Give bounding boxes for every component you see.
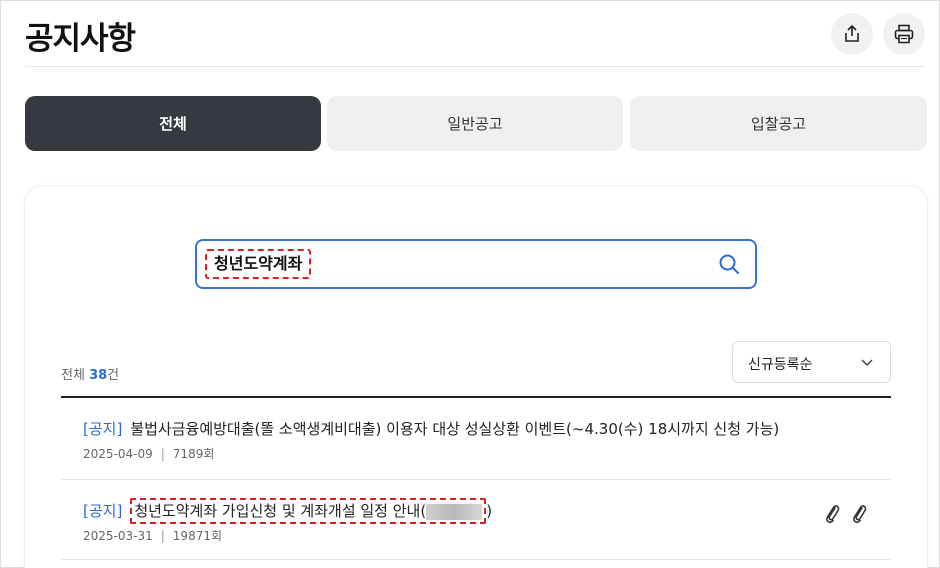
print-button[interactable]	[883, 13, 925, 55]
notice-date: 2025-04-09	[83, 447, 153, 461]
notice-views: 19871회	[172, 529, 223, 543]
search-icon[interactable]	[717, 252, 741, 276]
search-input[interactable]: 청년도약계좌	[195, 239, 757, 289]
tab-all[interactable]: 전체	[25, 96, 321, 151]
share-icon	[845, 24, 859, 42]
notice-meta: 2025-03-31 | 19871회	[83, 529, 223, 543]
notice-title[interactable]: [공지] 청년도약계좌 가입신청 및 계좌개설 일정 안내()	[83, 498, 492, 524]
sort-selected: 신규등록순	[748, 357, 813, 373]
tab-general-notice[interactable]: 일반공고	[327, 96, 623, 151]
highlighted-title: 청년도약계좌 가입신청 및 계좌개설 일정 안내(	[130, 498, 487, 524]
result-count: 전체 38건	[61, 368, 120, 383]
notice-page: 공지사항 전체 일반공고 입찰공고 청년도약계좌 전체 38건 신규등록순 [공…	[0, 0, 940, 568]
tab-bid-notice[interactable]: 입찰공고	[630, 96, 927, 151]
share-button[interactable]	[831, 13, 873, 55]
sort-select[interactable]: 신규등록순	[732, 341, 891, 383]
search-query: 청년도약계좌	[205, 249, 312, 279]
notice-list-card: 청년도약계좌 전체 38건 신규등록순 [공지] 불법사금융예방대출(똘 소액생계…	[25, 186, 927, 568]
notice-title[interactable]: [공지] 불법사금융예방대출(똘 소액생계비대출) 이용자 대상 성실상환 이벤트…	[83, 418, 779, 439]
result-count-number: 38	[89, 368, 108, 383]
page-title: 공지사항	[25, 21, 136, 57]
notice-tag: [공지]	[83, 502, 123, 520]
print-icon	[894, 24, 914, 44]
category-tabs: 전체 일반공고 입찰공고	[25, 96, 927, 152]
redacted-text	[426, 503, 483, 520]
page-header: 공지사항	[25, 1, 925, 67]
list-item[interactable]: [공지] 청년도약계좌 가입신청 및 계좌개설 일정 안내() 2025-03-3…	[61, 480, 891, 560]
notice-tag: [공지]	[83, 420, 123, 438]
attachment-icon[interactable]	[823, 502, 841, 524]
list-item[interactable]: [공지] 불법사금융예방대출(똘 소액생계비대출) 이용자 대상 성실상환 이벤트…	[61, 398, 891, 480]
attachment-icon[interactable]	[850, 502, 868, 524]
notice-meta: 2025-04-09 | 7189회	[83, 447, 215, 461]
notice-date: 2025-03-31	[83, 529, 153, 543]
notice-views: 7189회	[172, 447, 215, 461]
chevron-down-icon	[861, 359, 873, 367]
